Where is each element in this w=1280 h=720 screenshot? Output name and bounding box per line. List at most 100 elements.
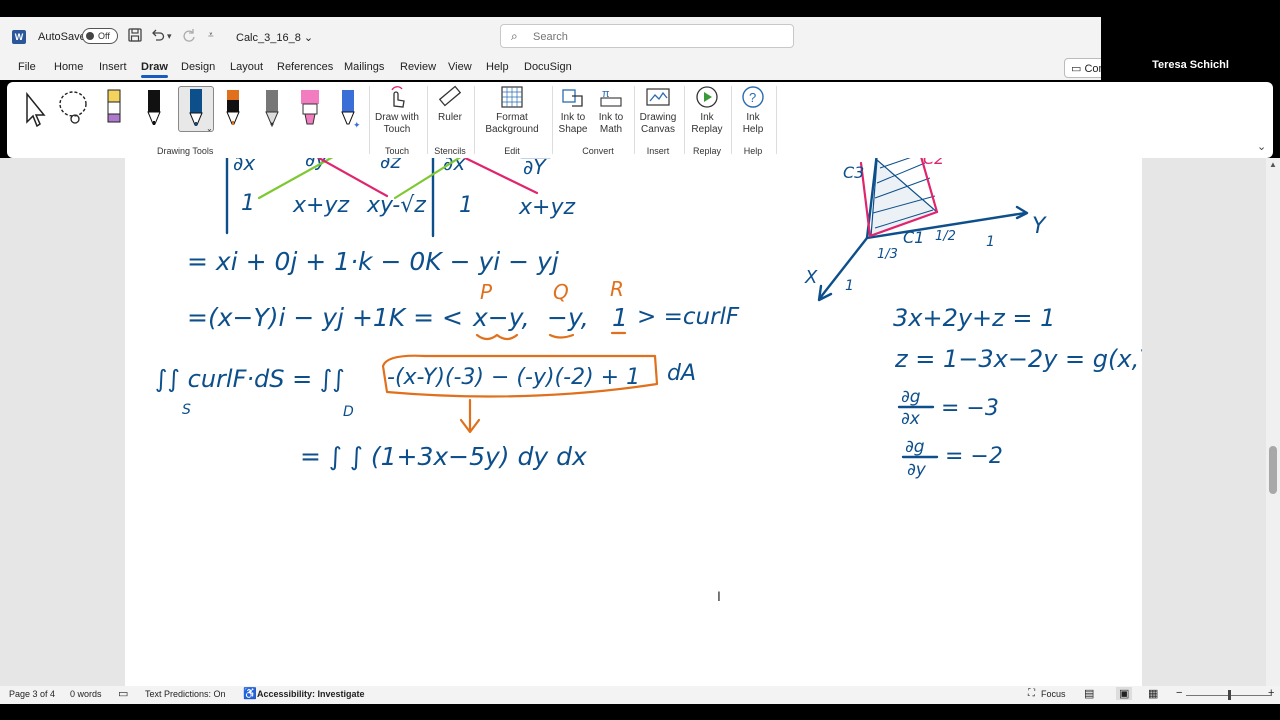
curve-c1-label: C1 (903, 228, 924, 247)
ink-sub-s: S (182, 402, 191, 418)
read-mode-icon[interactable]: ▤ (1084, 687, 1094, 700)
ribbon-collapse-icon[interactable]: ⌄ (1257, 140, 1266, 153)
ink-to-math-button[interactable]: π Ink to Math (595, 84, 627, 136)
web-layout-icon[interactable]: ▦ (1148, 687, 1158, 700)
ink-text: ∂y (305, 158, 328, 171)
tab-docusign[interactable]: DocuSign (524, 61, 572, 73)
curve-c2-label: C2 (923, 158, 944, 168)
text-predictions[interactable]: Text Predictions: On (145, 689, 226, 699)
select-tool-icon[interactable] (19, 86, 49, 132)
ruler-button[interactable]: Ruler (432, 84, 468, 124)
tab-insert[interactable]: Insert (99, 61, 127, 73)
drawing-canvas-icon (646, 88, 670, 106)
search-box[interactable]: ⌕ (500, 24, 794, 48)
ink-line-2b: x−y, (472, 303, 530, 332)
document-title[interactable]: Calc_3_16_8 ⌄ (236, 31, 313, 44)
draw-with-touch-label: Draw with Touch (375, 112, 419, 135)
vertical-scrollbar[interactable]: ▲ (1266, 158, 1280, 686)
ink-label-p: P (480, 280, 493, 304)
ink-replay-button[interactable]: Ink Replay (689, 84, 725, 136)
ink-line-2c: −y, (547, 303, 589, 332)
tab-help[interactable]: Help (486, 61, 509, 73)
tab-references[interactable]: References (277, 61, 333, 73)
tab-file[interactable]: File (18, 61, 36, 73)
ink-text: 1 (241, 191, 255, 216)
pencil-icon[interactable] (257, 86, 287, 132)
black-pen-icon[interactable] (139, 86, 169, 132)
accessibility-icon[interactable]: ♿ (243, 687, 257, 700)
help-icon: ? (742, 86, 764, 108)
ink-line-3b: -(x-Y)(-3) − (-y)(-2) + 1 (387, 365, 640, 390)
ruler-label: Ruler (438, 112, 462, 123)
ribbon-separator (427, 86, 428, 154)
tab-mailings[interactable]: Mailings (344, 61, 384, 73)
ink-line-2e: > =curlF (637, 304, 740, 330)
ink-eq-3-val: = −3 (941, 396, 999, 421)
zoom-out-icon[interactable]: − (1176, 687, 1182, 699)
scroll-thumb[interactable] (1269, 446, 1277, 494)
ink-line-4: = ∫ ∫ (1+3x−5y) dy dx (300, 442, 587, 471)
accessibility-status[interactable]: Accessibility: Investigate (257, 689, 365, 699)
ink-text: x+yz (292, 193, 349, 218)
autosave-label: AutoSave (38, 31, 86, 43)
highlighter-icon[interactable] (295, 86, 325, 132)
focus-icon[interactable]: ⛶ (1028, 688, 1035, 699)
format-background-icon (501, 86, 523, 108)
ink-replay-icon (696, 86, 718, 108)
document-canvas: ∂x ∂y ∂z ∂x ∂Y 1 x+yz xy-√z 1 x+yz = xi … (0, 158, 1280, 686)
undo-icon[interactable] (151, 28, 165, 45)
ribbon-separator (369, 86, 370, 154)
undo-dropdown-icon[interactable]: ▾ (167, 31, 172, 42)
tab-layout[interactable]: Layout (230, 61, 263, 73)
search-icon: ⌕ (511, 29, 518, 43)
ribbon-separator (474, 86, 475, 154)
word-logo-icon: W (12, 30, 26, 44)
tab-view[interactable]: View (448, 61, 472, 73)
svg-text:⌄: ⌄ (206, 124, 213, 133)
svg-text:✦: ✦ (353, 120, 361, 130)
ribbon-separator (634, 86, 635, 154)
document-page[interactable]: ∂x ∂y ∂z ∂x ∂Y 1 x+yz xy-√z 1 x+yz = xi … (125, 158, 1163, 686)
bottom-black-bar (0, 704, 1280, 720)
tab-draw[interactable]: Draw (141, 61, 168, 78)
save-icon[interactable] (128, 28, 142, 45)
galaxy-pen-icon[interactable]: ✦ (333, 86, 363, 132)
ink-eq-4-num: ∂g (905, 437, 925, 457)
zoom-slider-thumb[interactable] (1228, 690, 1231, 700)
lasso-tool-icon[interactable] (57, 86, 87, 132)
orange-pen-icon[interactable] (218, 86, 248, 132)
ink-help-button[interactable]: ? Ink Help (736, 84, 770, 136)
ink-to-shape-button[interactable]: Ink to Shape (557, 84, 589, 136)
participant-name: Teresa Schichl (1152, 59, 1229, 71)
blue-pen-icon[interactable]: ⌄ (178, 86, 214, 133)
ink-eq-4-den: ∂y (907, 460, 927, 480)
redo-icon[interactable] (182, 28, 196, 45)
tab-review[interactable]: Review (400, 61, 436, 73)
page-indicator[interactable]: Page 3 of 4 (9, 689, 55, 699)
scroll-up-icon[interactable]: ▲ (1269, 160, 1277, 169)
eraser-icon[interactable] (99, 86, 129, 132)
drawing-canvas-button[interactable]: Drawing Canvas (639, 84, 677, 136)
format-background-button[interactable]: Format Background (479, 84, 545, 136)
tab-home[interactable]: Home (54, 61, 83, 73)
autosave-toggle[interactable]: Off (82, 28, 118, 44)
ink-to-shape-label: Ink to Shape (558, 112, 588, 135)
ribbon-separator (731, 86, 732, 154)
focus-label[interactable]: Focus (1041, 689, 1066, 699)
comments-icon: ▭ (1071, 63, 1082, 75)
convert-group-label: Convert (582, 146, 614, 156)
zoom-in-icon[interactable]: + (1268, 687, 1274, 699)
search-input[interactable] (533, 29, 773, 45)
print-layout-icon[interactable]: ▣ (1116, 687, 1133, 700)
title-chevron-icon: ⌄ (303, 32, 314, 44)
ink-text: x+yz (518, 195, 575, 220)
proofing-icon[interactable]: ▭ (118, 687, 128, 700)
status-bar: Page 3 of 4 0 words ▭ Text Predictions: … (0, 686, 1280, 704)
word-count[interactable]: 0 words (70, 689, 102, 699)
ink-label-r: R (610, 277, 624, 301)
draw-with-touch-button[interactable]: Draw with Touch (372, 84, 422, 136)
tab-design[interactable]: Design (181, 61, 215, 73)
help-group-label: Help (743, 146, 763, 156)
ink-drawing: ∂x ∂y ∂z ∂x ∂Y 1 x+yz xy-√z 1 x+yz = xi … (155, 158, 1163, 480)
customize-toolbar-icon[interactable]: ⩡ (208, 30, 214, 41)
